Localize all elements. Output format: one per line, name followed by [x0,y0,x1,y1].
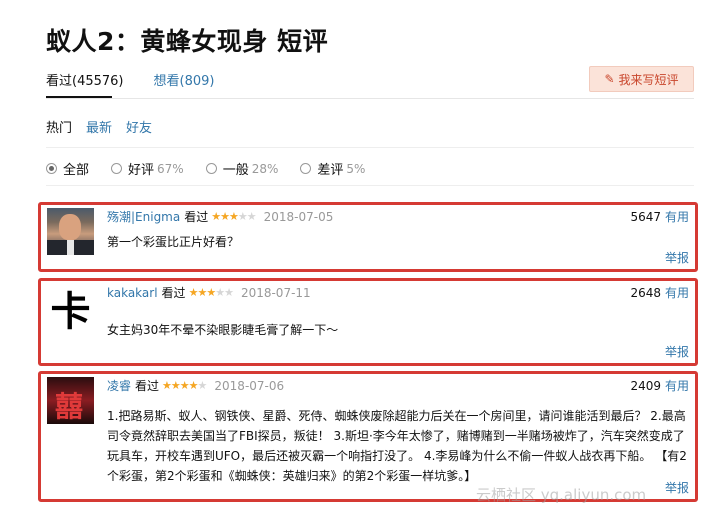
star-empty-icon: ★ [237,210,248,223]
sort-divider [46,147,694,148]
review-status: 看过 [161,286,186,300]
avatar-tie [67,240,74,255]
radio-icon[interactable] [46,163,57,174]
review-votes: 5647 有用 [630,208,689,225]
star-empty-icon: ★ [224,286,234,299]
star-filled-icon: ★ [170,379,181,392]
review-date: 2018-07-11 [240,285,311,300]
review-card: 囍 凌睿 看过 ★★★★★ 2018-07-06 2409 有用 1.把路易斯、蚁… [38,371,698,502]
write-review-label: 我来写短评 [618,72,679,87]
review-status: 看过 [135,379,160,393]
review-status: 看过 [184,210,209,224]
rating-stars: ★★★★★ [189,286,234,299]
report-link[interactable]: 举报 [665,249,689,266]
rating-filters: 全部 好评 67% 一般 28% 差评 5% [46,159,387,178]
avatar-face [59,214,81,240]
review-card: 卡 kakakarl 看过 ★★★★★ 2018-07-11 2648 有用 女主… [38,278,698,366]
page-title: 蚁人2：黄蜂女现身 短评 [46,27,329,56]
filter-positive[interactable]: 好评 67% [111,159,184,178]
review-votes: 2648 有用 [630,284,689,301]
rating-stars: ★★★★★ [211,210,257,223]
review-header: 凌睿 看过 ★★★★★ 2018-07-06 [107,377,284,394]
review-user[interactable]: 殇潮|Enigma [107,208,180,225]
filter-divider [46,185,694,186]
filter-neutral[interactable]: 一般 28% [205,159,279,178]
radio-icon[interactable] [205,163,217,174]
avatar[interactable] [47,208,94,255]
tab-watched[interactable]: 看过(45576) [46,70,124,89]
report-link[interactable]: 举报 [665,343,689,360]
star-filled-icon: ★ [220,210,230,223]
review-tabs: 看过(45576) 想看(809) [46,70,214,89]
star-filled-icon: ★ [229,210,239,223]
avatar-glyph: 囍 [55,390,84,423]
radio-icon[interactable] [300,163,312,174]
review-content: 女主妈30年不晕不染眼影睫毛膏了解一下～ [107,323,339,337]
review-header: 殇潮|Enigma 看过 ★★★★★ 2018-07-05 [107,208,333,225]
star-empty-icon: ★ [215,286,225,299]
report-link[interactable]: 举报 [665,479,689,496]
sort-friends[interactable]: 好友 [126,117,152,136]
star-empty-icon: ★ [197,379,208,392]
filter-percent: 67% [157,161,184,176]
avatar[interactable]: 卡 [47,284,94,331]
filter-all[interactable]: 全部 [46,159,89,178]
star-empty-icon: ★ [246,210,257,223]
star-filled-icon: ★ [206,286,216,299]
filter-label: 差评 [317,163,344,178]
review-votes: 2409 有用 [630,377,689,394]
review-content: 第一个彩蛋比正片好看？ [107,235,240,249]
review-card: 殇潮|Enigma 看过 ★★★★★ 2018-07-05 5647 有用 第一个… [38,202,698,272]
review-content: 1.把路易斯、蚁人、钢铁侠、星爵、死侍、蜘蛛侠废除超能力后关在一个房间里，请问谁… [107,409,687,483]
radio-icon[interactable] [111,163,123,174]
avatar[interactable]: 囍 [47,377,94,424]
review-date: 2018-07-06 [214,378,285,393]
sort-hot[interactable]: 热门 [46,117,72,136]
star-filled-icon: ★ [188,379,199,392]
sort-latest[interactable]: 最新 [86,117,112,136]
review-header: kakakarl 看过 ★★★★★ 2018-07-11 [107,284,311,301]
star-filled-icon: ★ [211,210,221,223]
review-user[interactable]: 凌睿 [107,377,131,394]
useful-button[interactable]: 有用 [665,286,689,300]
review-user[interactable]: kakakarl [107,286,158,300]
tab-divider [46,98,694,99]
write-review-button[interactable]: ✎ 我来写短评 [589,66,694,92]
vote-count: 5647 [630,210,661,224]
rating-stars: ★★★★★ [162,379,208,392]
star-filled-icon: ★ [197,286,207,299]
star-filled-icon: ★ [162,379,172,392]
vote-count: 2648 [630,286,661,300]
tab-want-to-watch[interactable]: 想看(809) [154,70,215,89]
filter-negative[interactable]: 差评 5% [300,159,365,178]
vote-count: 2409 [630,379,661,393]
review-date: 2018-07-05 [263,209,334,224]
star-filled-icon: ★ [179,379,190,392]
sort-options: 热门 最新 好友 [46,117,166,136]
filter-label: 一般 [222,163,249,178]
filter-label: 全部 [63,163,90,178]
filter-label: 好评 [128,163,155,178]
filter-percent: 28% [251,161,279,176]
useful-button[interactable]: 有用 [665,379,689,393]
pencil-icon: ✎ [604,72,615,86]
filter-percent: 5% [346,161,366,176]
useful-button[interactable]: 有用 [665,210,689,224]
